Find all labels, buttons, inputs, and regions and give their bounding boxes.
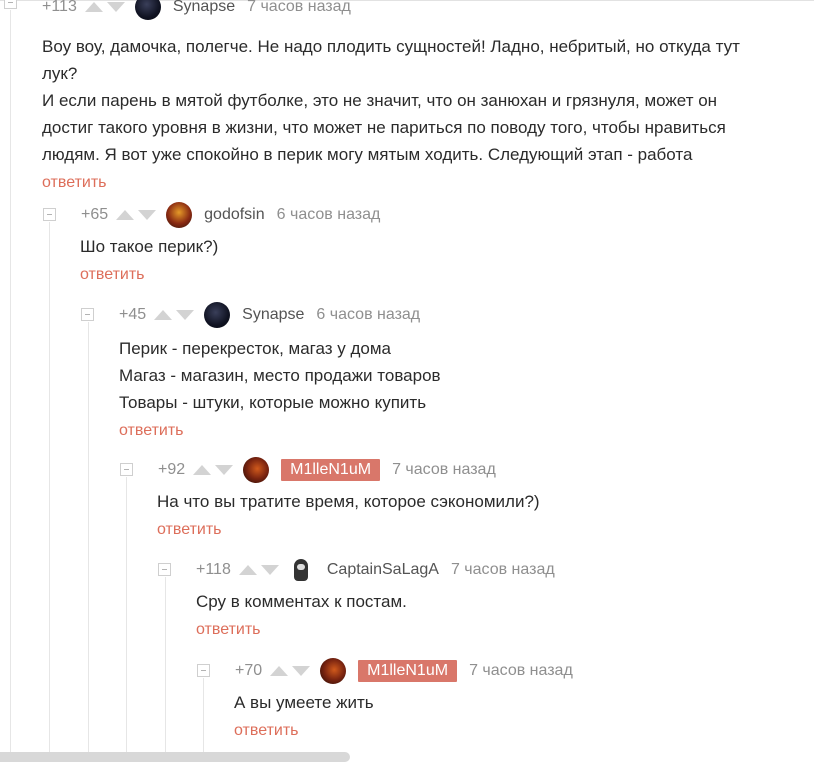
comment-header: +70 M1lleN1uM 7 часов назад — [0, 658, 800, 684]
comment-time[interactable]: 7 часов назад — [469, 662, 573, 680]
comment-time[interactable]: 7 часов назад — [247, 0, 351, 16]
comment: +45 Synapse 6 часов назад Перик - перекр… — [0, 302, 800, 440]
comment-rating: +92 — [158, 461, 186, 478]
comment-rating: +70 — [235, 662, 263, 679]
upvote-icon[interactable] — [84, 2, 103, 12]
reply-link[interactable]: ответить — [0, 422, 800, 440]
comment: +113 Synapse 7 часов назад Воу воу, дамо… — [0, 0, 800, 192]
comment-author-badge[interactable]: M1lleN1uM — [358, 660, 458, 682]
downvote-icon[interactable] — [106, 2, 125, 12]
comment-text-line: На что вы тратите время, которое сэконом… — [157, 492, 540, 511]
vote-controls — [84, 2, 125, 12]
reply-link[interactable]: ответить — [0, 722, 800, 740]
comment-rating: +45 — [119, 306, 147, 323]
comment: +118 CaptainSaLagA 7 часов назад Сру в к… — [0, 558, 800, 639]
comment-rating: +65 — [81, 206, 109, 223]
comment: +70 M1lleN1uM 7 часов назад А вы умеете … — [0, 658, 800, 740]
reply-link[interactable]: ответить — [0, 621, 800, 639]
downvote-icon[interactable] — [292, 666, 311, 676]
comment-time[interactable]: 7 часов назад — [392, 461, 496, 479]
comment-rating: +113 — [42, 0, 77, 15]
comment-text-line: Шо такое перик?) — [80, 237, 219, 256]
avatar[interactable] — [320, 658, 347, 684]
comment-body: Шо такое перик?) — [0, 233, 800, 260]
collapse-button[interactable] — [4, 0, 17, 9]
comment-body: Воу воу, дамочка, полегче. Не надо плоди… — [0, 33, 800, 168]
comment-text-line: А вы умеете жить — [234, 693, 374, 712]
comment-rating: +118 — [196, 561, 231, 578]
collapse-button[interactable] — [120, 463, 133, 476]
avatar[interactable] — [289, 557, 315, 583]
avatar[interactable] — [243, 457, 270, 483]
reply-link[interactable]: ответить — [0, 521, 800, 539]
downvote-icon[interactable] — [176, 310, 195, 320]
upvote-icon[interactable] — [154, 310, 173, 320]
upvote-icon[interactable] — [116, 210, 135, 220]
vote-controls — [116, 210, 157, 220]
comment-body: Сру в комментах к постам. — [0, 588, 800, 615]
upvote-icon[interactable] — [270, 666, 289, 676]
comment-time[interactable]: 7 часов назад — [451, 561, 555, 579]
comment-header: +65 godofsin 6 часов назад — [0, 202, 800, 228]
comment-author[interactable]: godofsin — [204, 206, 265, 224]
comment-text-line: Воу воу, дамочка, полегче. Не надо плоди… — [42, 37, 740, 56]
comment-time[interactable]: 6 часов назад — [316, 306, 420, 324]
comment-text-line: Товары - штуки, которые можно купить — [119, 393, 427, 412]
comment: +65 godofsin 6 часов назад Шо такое пери… — [0, 202, 800, 284]
comment-text-line: людям. Я вот уже спокойно в перик могу м… — [42, 145, 693, 164]
comment-author-badge[interactable]: M1lleN1uM — [281, 459, 381, 481]
reply-link[interactable]: ответить — [0, 174, 800, 192]
downvote-icon[interactable] — [138, 210, 157, 220]
comment-text-line: Сру в комментах к постам. — [196, 592, 407, 611]
comment: +92 M1lleN1uM 7 часов назад На что вы тр… — [0, 457, 800, 539]
downvote-icon[interactable] — [215, 465, 234, 475]
comment-body: А вы умеете жить — [0, 689, 800, 716]
collapse-button[interactable] — [158, 563, 171, 576]
upvote-icon[interactable] — [238, 565, 257, 575]
comment-author[interactable]: Synapse — [173, 0, 235, 16]
comment-author[interactable]: CaptainSaLagA — [327, 561, 439, 579]
avatar[interactable] — [166, 202, 193, 228]
vote-controls — [270, 666, 311, 676]
comment-text-line: достиг такого уровня в жизни, что может … — [42, 118, 726, 137]
upvote-icon[interactable] — [193, 465, 212, 475]
collapse-button[interactable] — [197, 664, 210, 677]
horizontal-scrollbar[interactable] — [0, 752, 350, 762]
collapse-button[interactable] — [81, 308, 94, 321]
comment-body: На что вы тратите время, которое сэконом… — [0, 488, 800, 515]
comment-header: +45 Synapse 6 часов назад — [0, 302, 800, 328]
comment-text-line: Перик - перекресток, магаз у дома — [119, 339, 392, 358]
avatar[interactable] — [134, 0, 161, 20]
comment-text-line: Магаз - магазин, место продажи товаров — [119, 366, 441, 385]
comment-text-line: лук? — [42, 64, 78, 83]
vote-controls — [193, 465, 234, 475]
reply-link[interactable]: ответить — [0, 266, 800, 284]
avatar[interactable] — [204, 302, 231, 328]
downvote-icon[interactable] — [260, 565, 279, 575]
comment-header: +113 Synapse 7 часов назад — [0, 0, 800, 20]
vote-controls — [154, 310, 195, 320]
comment-author[interactable]: Synapse — [242, 306, 304, 324]
comment-time[interactable]: 6 часов назад — [277, 206, 381, 224]
collapse-button[interactable] — [43, 208, 56, 221]
vote-controls — [238, 565, 279, 575]
comment-text-line: И если парень в мятой футболке, это не з… — [42, 91, 718, 110]
comment-header: +118 CaptainSaLagA 7 часов назад — [0, 558, 800, 582]
comment-body: Перик - перекресток, магаз у дома Магаз … — [0, 335, 800, 416]
